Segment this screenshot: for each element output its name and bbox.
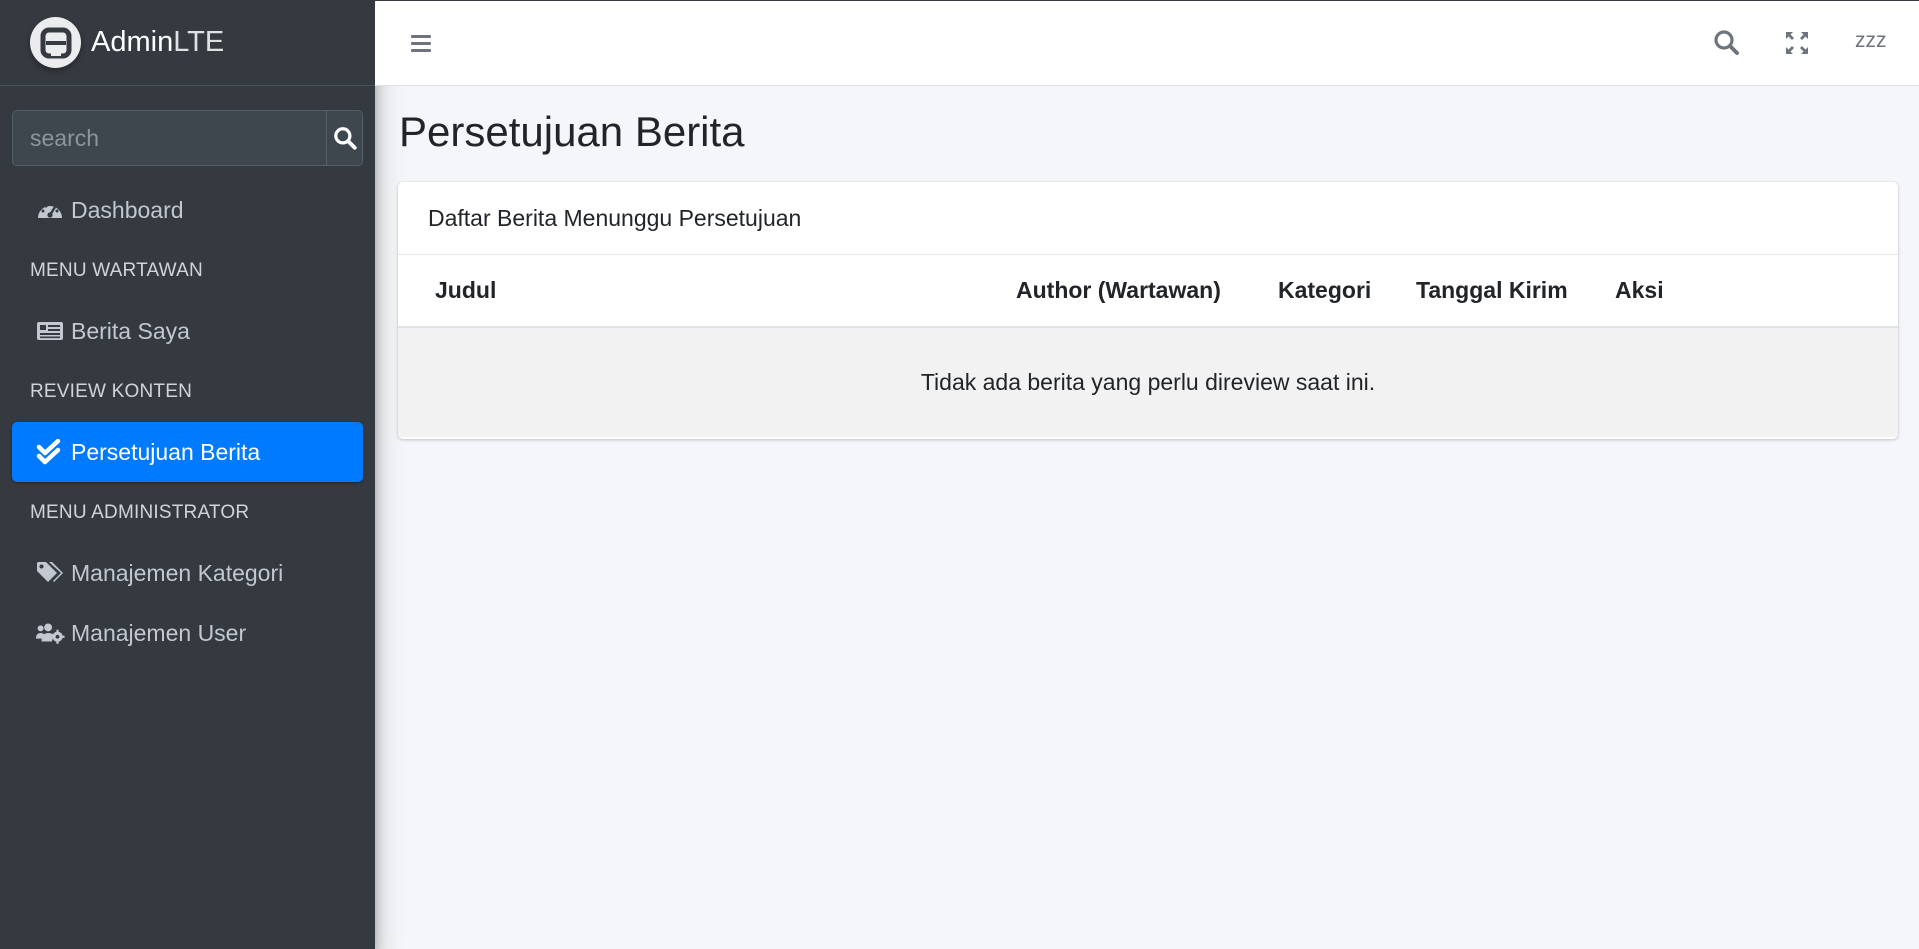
- approval-card: Daftar Berita Menunggu Persetujuan Judul…: [398, 182, 1898, 439]
- sidebar-search: [12, 110, 363, 166]
- sidebar-item-label: Manajemen Kategori: [71, 559, 284, 586]
- column-header-tanggal-kirim: Tanggal Kirim: [1416, 277, 1568, 303]
- sidebar-search-input[interactable]: [13, 111, 326, 165]
- sidebar-item-dashboard[interactable]: Dashboard: [12, 180, 363, 240]
- sidebar-item-label: Dashboard: [71, 196, 184, 223]
- brand-logo-icon: [30, 17, 81, 68]
- sidebar-item-berita-saya[interactable]: Berita Saya: [12, 301, 363, 361]
- column-header-judul: Judul: [435, 277, 497, 303]
- navbar-search-icon[interactable]: [1711, 27, 1743, 59]
- fullscreen-expand-icon[interactable]: [1781, 27, 1813, 59]
- page-title: Persetujuan Berita: [399, 108, 745, 155]
- sidebar-header-menu-wartawan: MENU WARTAWAN: [30, 259, 203, 281]
- brand-name-light: LTE: [173, 26, 225, 58]
- sidebar-item-label: Persetujuan Berita: [71, 438, 261, 465]
- sidebar-header-review-konten: REVIEW KONTEN: [30, 380, 193, 402]
- main-sidebar: AdminLTE search Dashboard MENU WARTAWAN …: [0, 0, 375, 949]
- brand-text: AdminLTE: [91, 26, 224, 59]
- top-navbar: zzz: [375, 0, 1919, 86]
- tags-icon: [35, 558, 65, 588]
- sidebar-item-persetujuan-berita[interactable]: Persetujuan Berita: [12, 422, 363, 482]
- brand-name-bold: Admin: [91, 26, 174, 58]
- column-header-author: Author (Wartawan): [1016, 277, 1221, 303]
- sidebar-item-manajemen-kategori[interactable]: Manajemen Kategori: [12, 543, 363, 603]
- sidebar-header-menu-administrator: MENU ADMINISTRATOR: [30, 501, 250, 523]
- brand-link[interactable]: AdminLTE: [0, 0, 375, 86]
- check-double-icon: [35, 437, 65, 467]
- sidebar-item-manajemen-user[interactable]: Manajemen User: [12, 603, 363, 663]
- tachometer-icon: [35, 195, 65, 225]
- sidebar-search-button[interactable]: [326, 111, 362, 165]
- newspaper-icon: [35, 316, 65, 346]
- column-header-kategori: Kategori: [1278, 277, 1372, 303]
- users-cog-icon: [35, 618, 65, 648]
- user-menu[interactable]: zzz: [1855, 29, 1887, 53]
- search-icon: [333, 127, 357, 150]
- sidebar-menu: Dashboard MENU WARTAWAN Berita Saya REVI…: [12, 180, 363, 663]
- sidebar-item-label: Manajemen User: [71, 619, 247, 646]
- hamburger-menu-icon[interactable]: [407, 29, 437, 59]
- empty-table-message: Tidak ada berita yang perlu direview saa…: [398, 328, 1898, 437]
- sidebar-item-label: Berita Saya: [71, 317, 190, 344]
- table-header: Judul Author (Wartawan) Kategori Tanggal…: [398, 255, 1898, 328]
- column-header-aksi: Aksi: [1615, 277, 1664, 303]
- card-title: Daftar Berita Menunggu Persetujuan: [398, 182, 1898, 255]
